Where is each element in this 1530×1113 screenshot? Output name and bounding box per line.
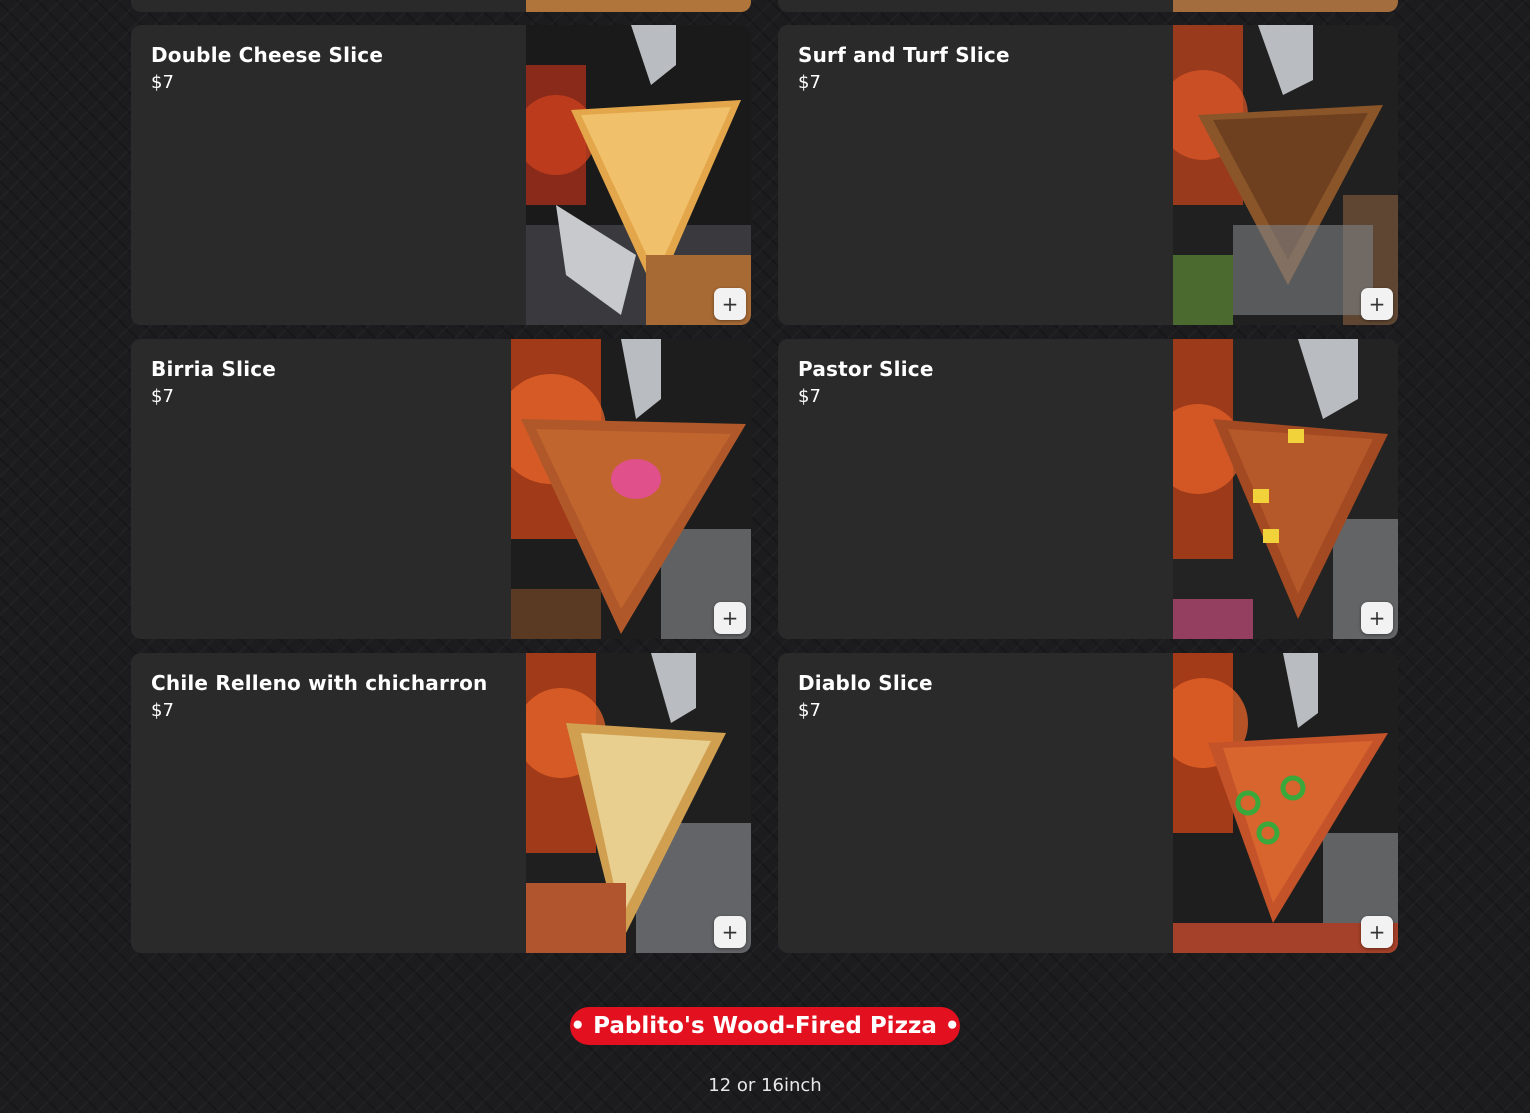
menu-card-pastor[interactable]: Pastor Slice $7 + [778,339,1398,639]
item-price: $7 [798,700,821,721]
item-price: $7 [151,386,174,407]
menu-card-partial-left[interactable] [131,0,751,12]
add-item-button[interactable]: + [1361,916,1393,948]
item-name: Pastor Slice [798,357,934,381]
item-photo [526,25,751,325]
menu-card-birria[interactable]: Birria Slice $7 + [131,339,751,639]
menu-card-double-cheese[interactable]: Double Cheese Slice $7 + [131,25,751,325]
item-photo [1173,25,1398,325]
item-name: Diablo Slice [798,671,933,695]
item-name: Surf and Turf Slice [798,43,1010,67]
item-price: $7 [798,386,821,407]
add-item-button[interactable]: + [714,602,746,634]
menu-card-surf-and-turf[interactable]: Surf and Turf Slice $7 + [778,25,1398,325]
item-price: $7 [151,72,174,93]
section-subtitle: 12 or 16inch [708,1075,822,1096]
item-price: $7 [798,72,821,93]
item-name: Chile Relleno with chicharron [151,671,488,695]
menu-card-partial-right[interactable] [778,0,1398,12]
item-photo [1173,339,1398,639]
menu-card-chile-relleno[interactable]: Chile Relleno with chicharron $7 + [131,653,751,953]
item-photo [1173,653,1398,953]
item-photo [511,339,751,639]
add-item-button[interactable]: + [714,288,746,320]
menu-card-diablo[interactable]: Diablo Slice $7 + [778,653,1398,953]
item-photo [1173,0,1398,12]
add-item-button[interactable]: + [1361,288,1393,320]
add-item-button[interactable]: + [1361,602,1393,634]
item-photo [526,653,751,953]
item-photo [526,0,751,12]
section-title: • Pablito's Wood-Fired Pizza • [570,1007,960,1045]
item-price: $7 [151,700,174,721]
add-item-button[interactable]: + [714,916,746,948]
item-name: Double Cheese Slice [151,43,384,67]
item-name: Birria Slice [151,357,277,381]
